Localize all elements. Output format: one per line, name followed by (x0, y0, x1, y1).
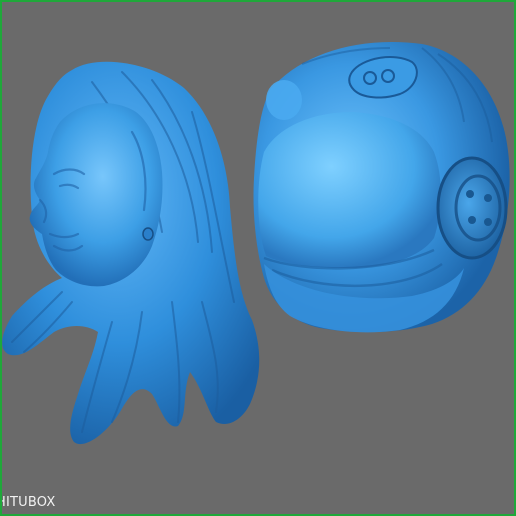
watermark-text: HITUBOX (0, 495, 56, 510)
head-model[interactable] (2, 61, 260, 445)
helmet-visor (258, 112, 441, 268)
3d-viewport[interactable]: HITUBOX (0, 0, 516, 516)
side-pod (436, 156, 508, 260)
helmet-model[interactable] (253, 41, 510, 333)
model-scene[interactable] (2, 2, 514, 514)
forehead-bump (266, 80, 302, 120)
earring (142, 227, 154, 241)
